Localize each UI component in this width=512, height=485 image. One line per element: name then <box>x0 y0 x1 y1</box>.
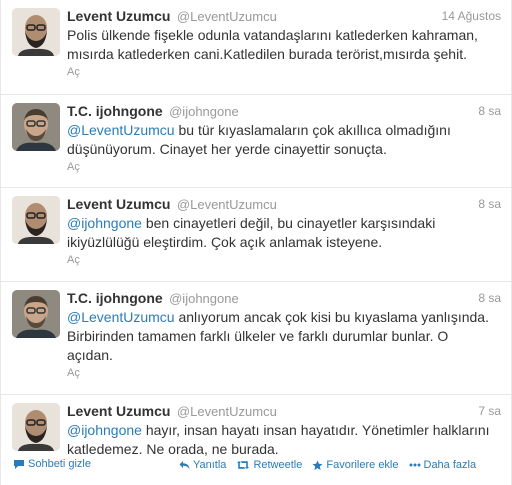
timestamp[interactable]: 8 sa <box>478 197 501 211</box>
tweet-text: Polis ülkende fişekle odunla vatandaşlar… <box>67 26 497 64</box>
timestamp[interactable]: 14 Ağustos <box>442 9 501 23</box>
conversation-icon <box>14 459 24 469</box>
username[interactable]: @ijohngone <box>169 104 239 119</box>
retweet-icon <box>237 461 250 469</box>
expand-link[interactable]: Aç <box>67 66 80 78</box>
expand-link[interactable]: Aç <box>67 254 80 266</box>
fullname[interactable]: T.C. ijohngone <box>67 290 163 306</box>
tweet-header: T.C. ijohngone @ijohngone 8 sa <box>67 290 501 308</box>
tweet-header: Levent Uzumcu @LeventUzumcu 8 sa <box>67 196 501 214</box>
retweet-button[interactable]: Retweetle <box>236 459 302 471</box>
expand-link[interactable]: Aç <box>67 367 80 379</box>
fullname[interactable]: Levent Uzumcu <box>67 403 170 419</box>
tweet-3[interactable]: Levent Uzumcu @LeventUzumcu 8 sa @ijohng… <box>1 188 511 282</box>
conversation-timeline: Levent Uzumcu @LeventUzumcu 14 Ağustos P… <box>0 0 512 485</box>
timestamp[interactable]: 7 sa <box>478 404 501 418</box>
avatar-levent[interactable] <box>12 403 60 451</box>
tweet-text: @ijohngone ben cinayetleri değil, bu cin… <box>67 214 497 252</box>
favorite-label: Favorilere ekle <box>326 459 399 471</box>
avatar-levent[interactable] <box>12 196 60 244</box>
username[interactable]: @LeventUzumcu <box>177 404 277 419</box>
mention-link[interactable]: @LeventUzumcu <box>67 309 175 325</box>
more-dots-icon <box>409 463 420 467</box>
mention-link[interactable]: @LeventUzumcu <box>67 122 175 138</box>
hide-conversation-label: Sohbeti gizle <box>28 458 91 470</box>
mention-link[interactable]: @ijohngone <box>67 422 142 438</box>
tweet-5[interactable]: Levent Uzumcu @LeventUzumcu 7 sa @ijohng… <box>1 395 511 485</box>
tweet-text: @LeventUzumcu bu tür kıyaslamaların çok … <box>67 121 497 159</box>
tweet-actions: Yanıtla Retweetle Favorilere ekle Daha f… <box>179 458 486 472</box>
username[interactable]: @ijohngone <box>169 291 239 306</box>
timestamp[interactable]: 8 sa <box>478 104 501 118</box>
tweet-header: T.C. ijohngone @ijohngone 8 sa <box>67 103 501 121</box>
retweet-label: Retweetle <box>253 459 303 471</box>
mention-link[interactable]: @ijohngone <box>67 215 142 231</box>
expand-link[interactable]: Aç <box>67 161 80 173</box>
tweet-header: Levent Uzumcu @LeventUzumcu 14 Ağustos <box>67 8 501 26</box>
tweet-2[interactable]: T.C. ijohngone @ijohngone 8 sa @LeventUz… <box>1 95 511 188</box>
tweet-4[interactable]: T.C. ijohngone @ijohngone 8 sa @LeventUz… <box>1 282 511 395</box>
fullname[interactable]: T.C. ijohngone <box>67 103 163 119</box>
tweet-1[interactable]: Levent Uzumcu @LeventUzumcu 14 Ağustos P… <box>1 0 511 95</box>
reply-button[interactable]: Yanıtla <box>179 459 226 471</box>
avatar-ijohngone[interactable] <box>12 290 60 338</box>
star-icon <box>312 460 323 470</box>
avatar-levent[interactable] <box>12 8 60 56</box>
more-button[interactable]: Daha fazla <box>409 459 477 471</box>
favorite-button[interactable]: Favorilere ekle <box>312 459 399 471</box>
tweet-body: Polis ülkende fişekle odunla vatandaşlar… <box>67 27 478 62</box>
timestamp[interactable]: 8 sa <box>478 291 501 305</box>
hide-conversation-button[interactable]: Sohbeti gizle <box>13 458 91 470</box>
reply-label: Yanıtla <box>193 459 227 471</box>
fullname[interactable]: Levent Uzumcu <box>67 196 170 212</box>
username[interactable]: @LeventUzumcu <box>177 9 277 24</box>
more-label: Daha fazla <box>423 459 477 471</box>
avatar-ijohngone[interactable] <box>12 103 60 151</box>
username[interactable]: @LeventUzumcu <box>177 197 277 212</box>
reply-icon <box>179 461 190 469</box>
tweet-text: @LeventUzumcu anlıyorum ancak çok kisi b… <box>67 308 497 365</box>
tweet-text: @ijohngone hayır, insan hayatı insan hay… <box>67 421 497 459</box>
fullname[interactable]: Levent Uzumcu <box>67 8 170 24</box>
tweet-header: Levent Uzumcu @LeventUzumcu 7 sa <box>67 403 501 421</box>
